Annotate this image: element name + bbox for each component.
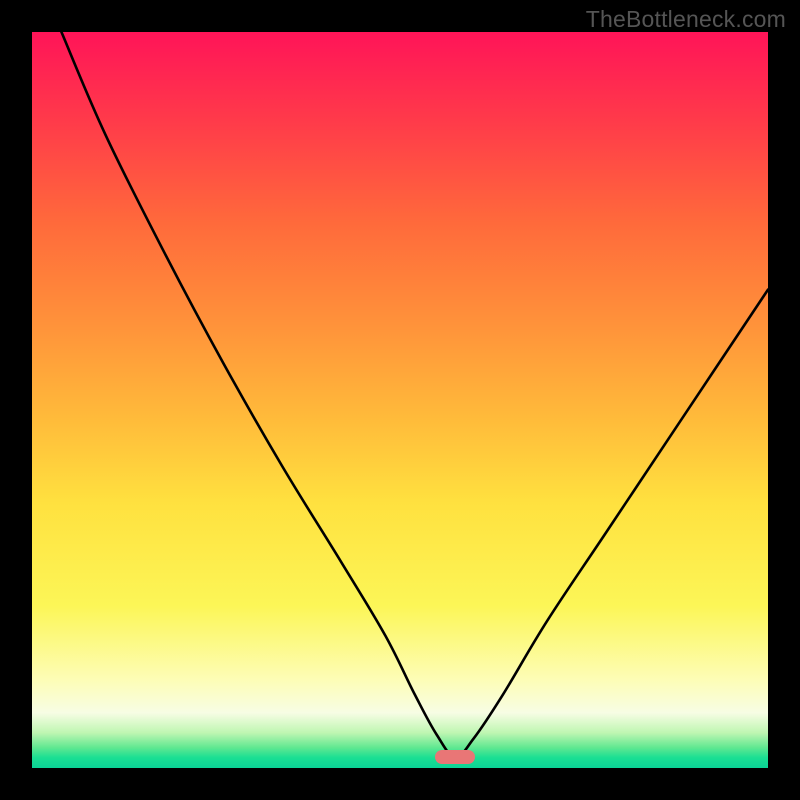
bottleneck-curve [32, 32, 768, 768]
plot-area [32, 32, 768, 768]
watermark-text: TheBottleneck.com [586, 6, 786, 33]
curve-path [61, 32, 768, 757]
chart-frame: TheBottleneck.com [0, 0, 800, 800]
optimum-marker [435, 750, 475, 764]
